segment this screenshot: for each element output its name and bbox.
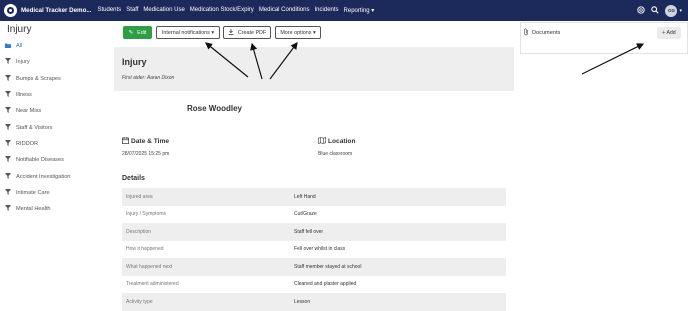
arrow-to-add-document: [581, 43, 645, 75]
arrow-to-create-pdf: [250, 42, 263, 80]
arrow-to-more-options: [269, 42, 298, 80]
arrow-to-notifications: [205, 42, 249, 78]
annotation-arrows: [205, 42, 645, 80]
